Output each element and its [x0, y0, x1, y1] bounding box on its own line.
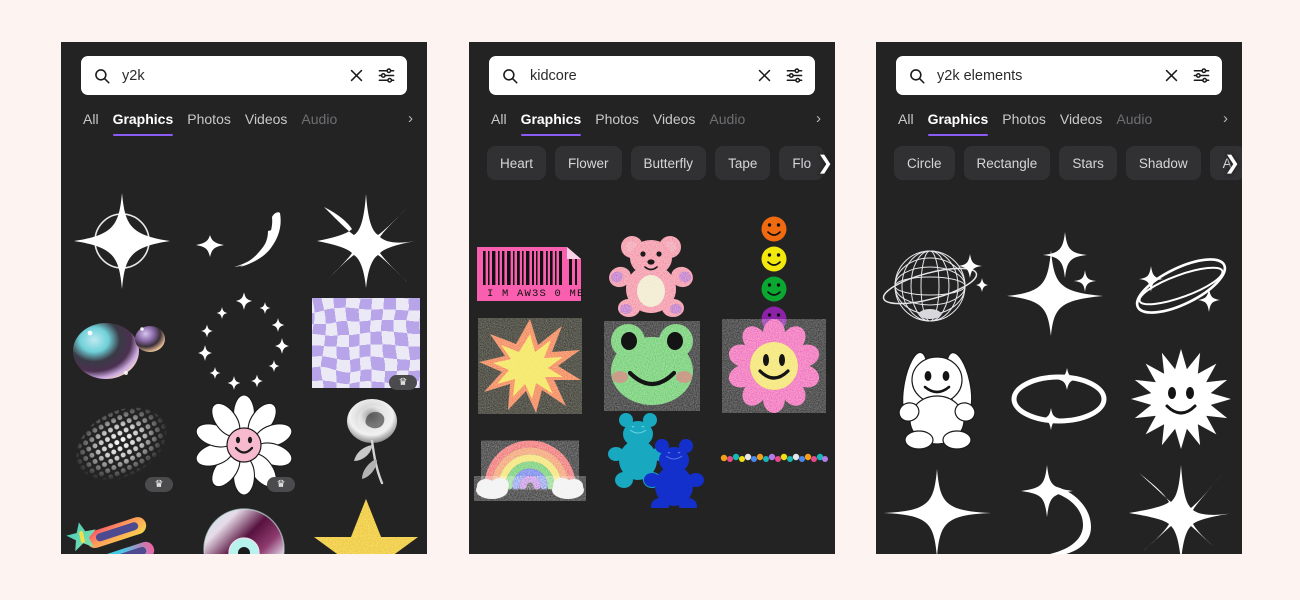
filter-sliders-icon[interactable]: [785, 66, 804, 85]
results-grid: I M AW3S 0 ME: [469, 216, 835, 508]
chip-heart[interactable]: Heart: [487, 146, 547, 180]
tab-audio[interactable]: Audio: [709, 111, 745, 136]
result-rainbow-star-hair-clips[interactable]: [63, 496, 181, 554]
chevron-right-icon[interactable]: ›: [1223, 110, 1228, 136]
search-bar[interactable]: kidcore: [489, 56, 815, 95]
chip-rectangle[interactable]: Rectangle: [963, 146, 1051, 180]
result-four-point-star[interactable]: [878, 456, 996, 554]
result-purple-warped-checkerboard[interactable]: ♛: [307, 292, 425, 394]
result-eight-point-starburst[interactable]: [1122, 456, 1240, 554]
filter-sliders-icon[interactable]: [1192, 66, 1211, 85]
result-sparkle-ring-circle[interactable]: [185, 292, 303, 394]
chip-stars[interactable]: Stars: [1059, 146, 1117, 180]
chevron-right-icon[interactable]: ›: [408, 110, 413, 136]
chip-tape[interactable]: Tape: [715, 146, 771, 180]
premium-crown-badge: ♛: [145, 477, 173, 492]
tab-photos[interactable]: Photos: [187, 111, 231, 136]
tab-graphics[interactable]: Graphics: [520, 111, 581, 136]
barcode-label: I M AW3S 0 ME: [487, 288, 585, 300]
close-icon[interactable]: [1163, 67, 1180, 84]
close-icon[interactable]: [756, 67, 773, 84]
result-smiley-bunny-plush[interactable]: [878, 342, 996, 456]
search-input-value[interactable]: kidcore: [530, 68, 756, 84]
tab-photos[interactable]: Photos: [595, 111, 639, 136]
result-iridescent-soap-bubbles[interactable]: [63, 292, 181, 394]
search-icon: [501, 67, 519, 85]
search-bar[interactable]: y2k elements: [896, 56, 1222, 95]
chip-butterfly[interactable]: Butterfly: [630, 146, 707, 180]
result-smiley-face-dots-column[interactable]: [715, 216, 833, 332]
result-halo-ring-with-sparkles[interactable]: [1000, 342, 1118, 456]
search-icon: [908, 67, 926, 85]
result-eight-point-sparkle-star[interactable]: [307, 190, 425, 292]
result-green-glitter-frog-face[interactable]: [593, 320, 711, 412]
tab-videos[interactable]: Videos: [245, 111, 288, 136]
results-grid: [876, 228, 1242, 554]
chip-flower[interactable]: Flower: [555, 146, 622, 180]
tab-videos[interactable]: Videos: [1060, 111, 1103, 136]
chips-chevron-right-icon[interactable]: ❯: [817, 152, 833, 175]
result-pink-barcode-sticker[interactable]: I M AW3S 0 ME: [471, 228, 589, 320]
category-tabs: All Graphics Photos Videos Audio ›: [491, 108, 821, 138]
tab-all[interactable]: All: [898, 111, 914, 136]
result-orbital-rings-with-sparkles[interactable]: [1122, 228, 1240, 342]
chip-shadow[interactable]: Shadow: [1125, 146, 1201, 180]
tab-all[interactable]: All: [491, 111, 507, 136]
chip-circle[interactable]: Circle: [894, 146, 955, 180]
tab-audio[interactable]: Audio: [1116, 111, 1152, 136]
premium-crown-badge: ♛: [389, 375, 417, 390]
result-smiley-daisy-flower[interactable]: [1122, 342, 1240, 456]
search-panel-y2k: y2k All Graphics Photos Videos Audio › ♛…: [61, 42, 427, 554]
tab-graphics[interactable]: Graphics: [112, 111, 173, 136]
tab-photos[interactable]: Photos: [1002, 111, 1046, 136]
result-orange-yellow-starburst[interactable]: [471, 319, 589, 413]
search-panel-kidcore: kidcore All Graphics Photos Videos Audio…: [469, 42, 835, 554]
result-black-and-white-rose[interactable]: [307, 394, 425, 496]
search-panel-y2k-elements: y2k elements All Graphics Photos Videos …: [876, 42, 1242, 554]
search-icon: [93, 67, 111, 85]
result-iridescent-cd-disc[interactable]: [185, 496, 303, 554]
result-colorful-beaded-bracelet[interactable]: [715, 412, 833, 504]
category-tabs: All Graphics Photos Videos Audio ›: [898, 108, 1228, 138]
result-wireframe-disco-ball[interactable]: [878, 228, 996, 342]
result-swoosh-comet-with-star[interactable]: [1000, 456, 1118, 554]
tab-audio[interactable]: Audio: [301, 111, 337, 136]
close-icon[interactable]: [348, 67, 365, 84]
category-tabs: All Graphics Photos Videos Audio ›: [83, 108, 413, 138]
result-pink-smiley-daisy[interactable]: ♛: [185, 394, 303, 496]
result-gold-glitter-star[interactable]: [307, 496, 425, 554]
premium-crown-badge: ♛: [267, 477, 295, 492]
results-grid: ♛ ♛ ♛: [61, 190, 427, 554]
result-halftone-dot-gradient[interactable]: ♛: [63, 394, 181, 496]
result-pink-glitter-teddy-bear[interactable]: [593, 228, 711, 320]
screenshot-stage: y2k All Graphics Photos Videos Audio › ♛…: [0, 0, 1300, 600]
search-bar[interactable]: y2k: [81, 56, 407, 95]
result-four-point-star-in-circle[interactable]: [63, 190, 181, 292]
result-shooting-star-comet[interactable]: [185, 190, 303, 292]
tab-videos[interactable]: Videos: [653, 111, 696, 136]
filter-chips-row: Circle Rectangle Stars Shadow A ❯: [894, 146, 1242, 180]
tab-all[interactable]: All: [83, 111, 99, 136]
result-pink-yellow-smiley-flower[interactable]: [715, 319, 833, 413]
chips-chevron-right-icon[interactable]: ❯: [1224, 152, 1240, 175]
tab-graphics[interactable]: Graphics: [927, 111, 988, 136]
search-input-value[interactable]: y2k elements: [937, 68, 1163, 84]
filter-chips-row: Heart Flower Butterfly Tape Flo ❯: [487, 146, 835, 180]
result-blue-gummy-bears[interactable]: [593, 412, 711, 508]
filter-sliders-icon[interactable]: [377, 66, 396, 85]
result-glitter-rainbow-with-clouds[interactable]: [471, 412, 589, 504]
chevron-right-icon[interactable]: ›: [816, 110, 821, 136]
result-four-point-star-cluster[interactable]: [1000, 228, 1118, 342]
search-input-value[interactable]: y2k: [122, 68, 348, 84]
